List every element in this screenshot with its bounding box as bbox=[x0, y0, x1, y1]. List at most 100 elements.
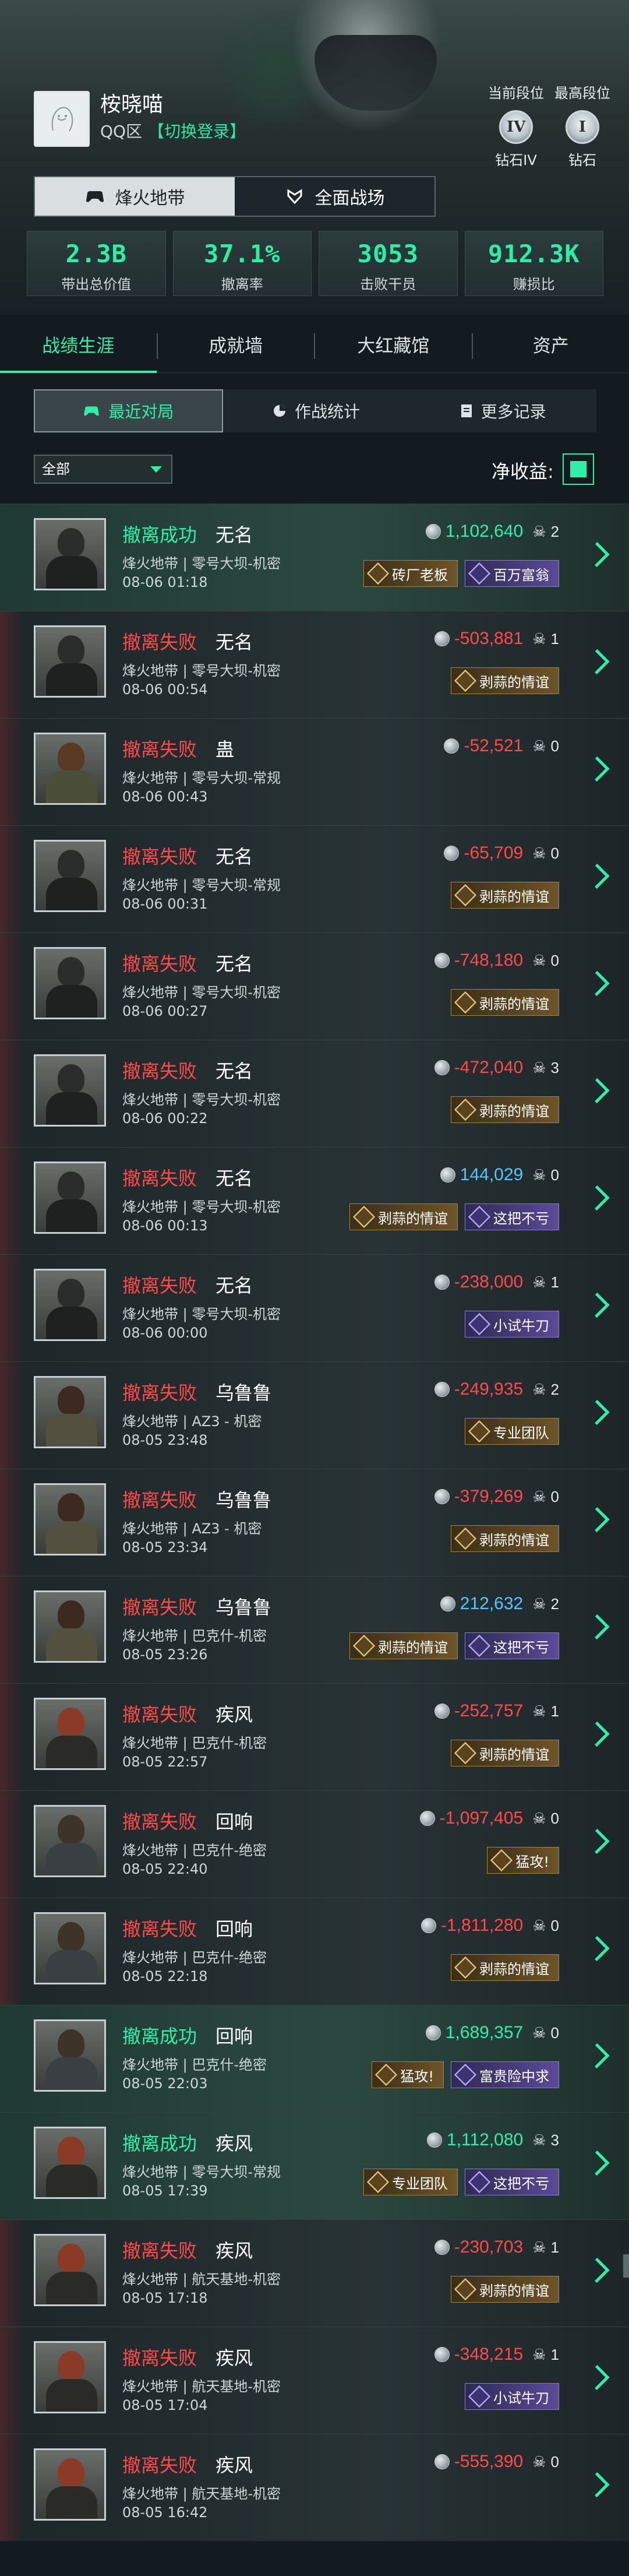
medal-icon bbox=[454, 991, 477, 1014]
match-row[interactable]: 撤离成功 疾风 烽火地带 | 零号大坝-常规 08-05 17:39 1,112… bbox=[0, 2112, 629, 2219]
match-row[interactable]: 撤离失败 疾风 烽火地带 | 航天基地-机密 08-05 17:04 -348,… bbox=[0, 2327, 629, 2434]
net-profit-checkbox[interactable] bbox=[563, 453, 594, 485]
operator-name: 蛊 bbox=[215, 738, 235, 761]
match-row[interactable]: 撤离失败 回响 烽火地带 | 巴克什-绝密 08-05 22:18 -1,811… bbox=[0, 1898, 629, 2005]
extraction-result: 撤离失败 bbox=[122, 846, 197, 868]
tab-assets[interactable]: 资产 bbox=[473, 319, 629, 373]
stat-value: 37.1% bbox=[204, 240, 281, 268]
match-row[interactable]: 撤离失败 无名 烽火地带 | 零号大坝-机密 08-06 00:13 144,0… bbox=[0, 1147, 629, 1254]
kill-count: 0 bbox=[550, 951, 559, 969]
match-value-group: -249,935 ☠ 2 bbox=[434, 1380, 559, 1399]
match-row[interactable]: 撤离失败 蛊 烽火地带 | 零号大坝-常规 08-06 00:43 -52,52… bbox=[0, 718, 629, 825]
gamepad-icon bbox=[86, 191, 104, 202]
coin-icon bbox=[434, 1382, 450, 1397]
chevron-right-icon[interactable] bbox=[588, 2256, 606, 2284]
match-value-group: -65,709 ☠ 0 bbox=[444, 843, 559, 863]
operator-avatar bbox=[34, 1698, 106, 1770]
chevron-right-icon[interactable] bbox=[588, 862, 606, 890]
medal-icon bbox=[468, 1634, 491, 1657]
extraction-result: 撤离成功 bbox=[122, 2025, 197, 2047]
match-value: -555,390 bbox=[454, 2452, 524, 2471]
match-row[interactable]: 撤离失败 无名 烽火地带 | 零号大坝-机密 08-06 00:54 -503,… bbox=[0, 611, 629, 718]
badge-text: 猛攻! bbox=[400, 2068, 434, 2085]
match-value: 1,102,640 bbox=[445, 522, 524, 541]
chevron-right-icon[interactable] bbox=[588, 2363, 606, 2391]
kill-count: 2 bbox=[550, 522, 559, 540]
match-value: 212,632 bbox=[460, 1594, 524, 1613]
match-row[interactable]: 撤离失败 无名 烽火地带 | 零号大坝-机密 08-06 00:27 -748,… bbox=[0, 932, 629, 1040]
filter-dropdown[interactable]: 全部 bbox=[34, 455, 172, 484]
extraction-result: 撤离失败 bbox=[122, 1489, 197, 1511]
current-rank-numeral: IV bbox=[506, 118, 526, 136]
chevron-right-icon[interactable] bbox=[588, 969, 606, 997]
match-value: -348,215 bbox=[454, 2345, 524, 2364]
match-row[interactable]: 撤离成功 无名 烽火地带 | 零号大坝-机密 08-06 01:18 1,102… bbox=[0, 504, 629, 611]
match-row[interactable]: 撤离成功 回响 烽火地带 | 巴克什-绝密 08-05 22:03 1,689,… bbox=[0, 2005, 629, 2112]
match-value: -65,709 bbox=[464, 843, 524, 863]
badge-text: 剥蒜的情谊 bbox=[378, 1210, 448, 1227]
tab-red-collection[interactable]: 大红藏馆 bbox=[315, 319, 472, 373]
tab-career[interactable]: 战绩生涯 bbox=[0, 319, 157, 373]
match-value: -748,180 bbox=[454, 951, 524, 970]
match-row[interactable]: 撤离失败 疾风 烽火地带 | 航天基地-机密 08-05 16:42 -555,… bbox=[0, 2434, 629, 2541]
tab-combat-stats[interactable]: 作战统计 bbox=[223, 389, 410, 432]
map-name: 烽火地带 | 零号大坝-机密 bbox=[122, 555, 281, 572]
match-row[interactable]: 撤离失败 无名 烽火地带 | 零号大坝-机密 08-06 00:22 -472,… bbox=[0, 1040, 629, 1147]
chevron-right-icon[interactable] bbox=[588, 1184, 606, 1212]
chevron-right-icon[interactable] bbox=[588, 2042, 606, 2070]
match-row[interactable]: 撤离失败 回响 烽火地带 | 巴克什-绝密 08-05 22:40 -1,097… bbox=[0, 1790, 629, 1898]
medal-icon bbox=[468, 562, 491, 585]
chevron-right-icon[interactable] bbox=[588, 1291, 606, 1319]
match-value: 144,029 bbox=[460, 1165, 524, 1184]
chevron-right-icon[interactable] bbox=[588, 540, 606, 568]
match-row[interactable]: 撤离失败 无名 烽火地带 | 零号大坝-机密 08-06 00:00 -238,… bbox=[0, 1254, 629, 1361]
tab-more-records[interactable]: 更多记录 bbox=[409, 389, 596, 432]
chevron-right-icon[interactable] bbox=[588, 1398, 606, 1426]
chevron-right-icon[interactable] bbox=[588, 1505, 606, 1533]
scrollbar[interactable] bbox=[623, 2254, 629, 2278]
medal-icon bbox=[468, 1312, 491, 1336]
player-name: 桉晓喵 bbox=[100, 93, 164, 117]
switch-login-link[interactable]: 【切换登录】 bbox=[148, 122, 246, 141]
chevron-right-icon[interactable] bbox=[588, 1076, 606, 1104]
match-row[interactable]: 撤离失败 疾风 烽火地带 | 航天基地-机密 08-05 17:18 -230,… bbox=[0, 2219, 629, 2327]
extraction-result: 撤离失败 bbox=[122, 953, 197, 975]
chevron-right-icon[interactable] bbox=[588, 1613, 606, 1641]
badge-group: 剥蒜的情谊 bbox=[451, 667, 559, 694]
top-tabs: 战绩生涯 成就墙 大红藏馆 资产 bbox=[0, 319, 629, 373]
medal-icon bbox=[352, 1205, 376, 1229]
badge-text: 剥蒜的情谊 bbox=[479, 2282, 549, 2299]
highest-rank[interactable]: 最高段位 I 钻石 bbox=[547, 82, 617, 169]
chevron-right-icon[interactable] bbox=[588, 2149, 606, 2177]
chevron-right-icon[interactable] bbox=[588, 755, 606, 783]
match-row[interactable]: 撤离失败 乌鲁鲁 烽火地带 | AZ3 - 机密 08-05 23:48 -24… bbox=[0, 1361, 629, 1469]
mode-tab-fire-zone[interactable]: 烽火地带 bbox=[35, 177, 235, 216]
chevron-right-icon[interactable] bbox=[588, 1934, 606, 1962]
chevron-right-icon[interactable] bbox=[588, 1827, 606, 1855]
match-row[interactable]: 撤离失败 乌鲁鲁 烽火地带 | AZ3 - 机密 08-05 23:34 -37… bbox=[0, 1469, 629, 1576]
match-row[interactable]: 撤离失败 无名 烽火地带 | 零号大坝-常规 08-06 00:31 -65,7… bbox=[0, 825, 629, 932]
skull-icon: ☠ bbox=[532, 1166, 546, 1184]
operator-avatar bbox=[34, 518, 106, 590]
badge-text: 专业团队 bbox=[392, 2175, 448, 2192]
diamond-rank-badge-icon: I bbox=[566, 110, 599, 144]
match-row[interactable]: 撤离失败 乌鲁鲁 烽火地带 | 巴克什-机密 08-05 23:26 212,6… bbox=[0, 1576, 629, 1683]
coin-icon bbox=[440, 1596, 455, 1611]
chevron-right-icon[interactable] bbox=[588, 647, 606, 675]
tab-recent-matches[interactable]: 最近对局 bbox=[34, 389, 223, 432]
match-value-group: -252,757 ☠ 1 bbox=[434, 1701, 559, 1721]
tab-achievements[interactable]: 成就墙 bbox=[158, 319, 314, 373]
kill-count: 0 bbox=[550, 1166, 559, 1184]
extraction-result: 撤离失败 bbox=[122, 2454, 197, 2476]
match-time: 08-05 17:18 bbox=[122, 2290, 208, 2306]
avatar[interactable] bbox=[34, 91, 90, 147]
chevron-right-icon[interactable] bbox=[588, 1720, 606, 1748]
kill-count: 2 bbox=[550, 1595, 559, 1613]
match-value-group: -52,521 ☠ 0 bbox=[444, 736, 559, 756]
chevron-right-icon[interactable] bbox=[588, 2471, 606, 2498]
mode-tab-full-battle[interactable]: 全面战场 bbox=[235, 177, 434, 216]
match-row[interactable]: 撤离失败 疾风 烽火地带 | 巴克什-机密 08-05 22:57 -252,7… bbox=[0, 1683, 629, 1790]
match-badge: 剥蒜的情谊 bbox=[451, 667, 559, 694]
match-value: -238,000 bbox=[454, 1272, 524, 1291]
current-rank[interactable]: 当前段位 IV 钻石IV bbox=[481, 82, 551, 169]
